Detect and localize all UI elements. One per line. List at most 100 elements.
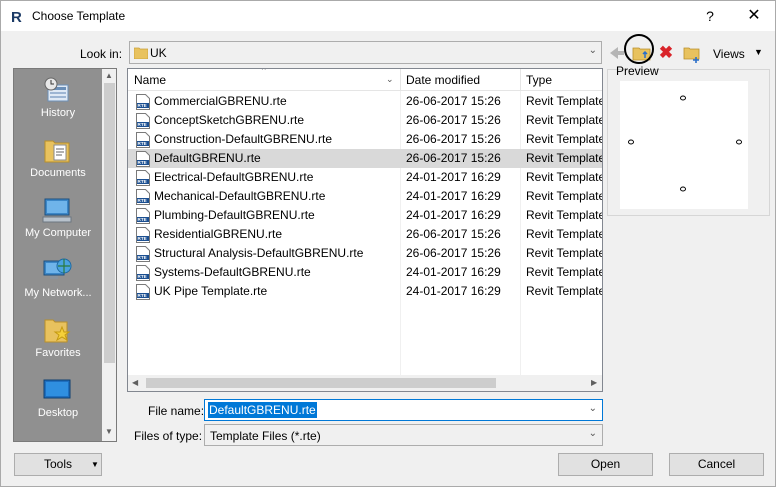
help-button[interactable]: ? — [695, 1, 725, 31]
file-name-cell: UK Pipe Template.rte — [154, 284, 268, 298]
files-of-type-value: Template Files (*.rte) — [210, 429, 321, 443]
folder-icon — [134, 47, 148, 59]
svg-text:RTE: RTE — [138, 274, 147, 279]
svg-text:RTE: RTE — [138, 255, 147, 260]
date-modified-cell: 24-01-2017 16:29 — [406, 265, 501, 279]
look-in-value: UK — [150, 46, 167, 60]
views-dropdown-arrow-icon[interactable]: ▼ — [754, 47, 763, 57]
svg-text:RTE: RTE — [138, 160, 147, 165]
file-row[interactable]: RTE DefaultGBRENU.rte 26-06-2017 15:26 Revi… — [128, 149, 602, 168]
tools-button[interactable]: Tools ▼ — [14, 453, 102, 476]
look-in-dropdown[interactable]: UK ⌄ — [129, 41, 602, 64]
scroll-up-icon[interactable]: ▲ — [105, 71, 113, 80]
date-modified-cell: 26-06-2017 15:26 — [406, 227, 501, 241]
file-row[interactable]: RTE Structural Analysis-DefaultGBRENU.rte… — [128, 244, 602, 263]
file-name-cell: Mechanical-DefaultGBRENU.rte — [154, 189, 326, 203]
desktop-icon — [43, 379, 71, 399]
file-row[interactable]: RTE Systems-DefaultGBRENU.rte 24-01-2017 1… — [128, 263, 602, 282]
scrollbar-thumb[interactable] — [104, 83, 115, 363]
new-folder-icon[interactable] — [683, 43, 701, 63]
column-divider[interactable] — [520, 69, 521, 91]
file-row[interactable]: RTE CommercialGBRENU.rte 26-06-2017 15:26 R… — [128, 92, 602, 111]
svg-text:RTE: RTE — [138, 179, 147, 184]
file-type-cell: Revit Template — [526, 246, 603, 260]
file-type-cell: Revit Template — [526, 284, 603, 298]
chevron-down-icon: ⌄ — [588, 45, 597, 56]
rte-file-icon: RTE — [136, 265, 150, 281]
place-my-computer[interactable]: My Computer — [14, 189, 102, 249]
file-name-input[interactable]: DefaultGBRENU.rte ⌄ — [204, 399, 603, 421]
date-modified-cell: 24-01-2017 16:29 — [406, 208, 501, 222]
svg-text:R: R — [11, 9, 22, 24]
window-title: Choose Template — [32, 9, 126, 23]
file-type-cell: Revit Template — [526, 170, 603, 184]
place-documents[interactable]: Documents — [14, 129, 102, 189]
file-type-cell: Revit Template — [526, 227, 603, 241]
date-modified-cell: 26-06-2017 15:26 — [406, 132, 501, 146]
file-type-cell: Revit Template — [526, 151, 603, 165]
column-header-type[interactable]: Type — [526, 73, 552, 87]
scroll-right-icon[interactable]: ▶ — [591, 378, 597, 387]
history-icon — [44, 77, 69, 102]
scroll-left-icon[interactable]: ◀ — [132, 378, 138, 387]
chevron-down-icon[interactable]: ⌄ — [386, 74, 394, 85]
svg-text:RTE: RTE — [138, 122, 147, 127]
documents-icon — [44, 140, 70, 163]
preview-thumbnail — [620, 81, 748, 209]
column-header-date[interactable]: Date modified — [406, 73, 480, 87]
chevron-down-icon[interactable]: ⌄ — [589, 403, 597, 414]
delete-icon[interactable]: ✖ — [658, 44, 674, 62]
file-name-cell: Structural Analysis-DefaultGBRENU.rte — [154, 246, 364, 260]
place-label: My Network... — [24, 287, 92, 299]
cancel-button[interactable]: Cancel — [669, 453, 764, 476]
file-row[interactable]: RTE ConceptSketchGBRENU.rte 26-06-2017 15:… — [128, 111, 602, 130]
file-name-cell: CommercialGBRENU.rte — [154, 94, 287, 108]
network-icon — [43, 258, 72, 279]
horizontal-scrollbar[interactable]: ◀ ▶ — [128, 375, 602, 391]
scrollbar-thumb[interactable] — [146, 378, 496, 388]
computer-icon — [42, 198, 72, 223]
date-modified-cell: 26-06-2017 15:26 — [406, 246, 501, 260]
file-list-header: ⌃ Name ⌄ Date modified Type — [128, 69, 602, 91]
column-header-name[interactable]: Name — [134, 73, 166, 87]
rte-file-icon: RTE — [136, 170, 150, 186]
file-type-cell: Revit Template — [526, 113, 603, 127]
rte-file-icon: RTE — [136, 246, 150, 262]
file-name-cell: Systems-DefaultGBRENU.rte — [154, 265, 311, 279]
place-history[interactable]: History — [14, 69, 102, 129]
rte-file-icon: RTE — [136, 94, 150, 110]
date-modified-cell: 24-01-2017 16:29 — [406, 284, 501, 298]
date-modified-cell: 26-06-2017 15:26 — [406, 94, 501, 108]
close-button[interactable]: ✕ — [739, 1, 769, 31]
date-modified-cell: 24-01-2017 16:29 — [406, 170, 501, 184]
file-row[interactable]: RTE Mechanical-DefaultGBRENU.rte 24-01-201… — [128, 187, 602, 206]
file-row[interactable]: RTE Electrical-DefaultGBRENU.rte 24-01-201… — [128, 168, 602, 187]
place-label: Favorites — [35, 347, 81, 359]
place-favorites[interactable]: Favorites — [14, 309, 102, 369]
file-row[interactable]: RTE ResidentialGBRENU.rte 26-06-2017 15:26… — [128, 225, 602, 244]
look-in-label: Look in: — [80, 47, 123, 61]
cancel-button-label: Cancel — [697, 457, 736, 471]
rte-file-icon: RTE — [136, 208, 150, 224]
places-scrollbar[interactable]: ▲ ▼ — [102, 69, 116, 441]
file-row[interactable]: RTE UK Pipe Template.rte 24-01-2017 16:29 R… — [128, 282, 602, 301]
place-label: History — [40, 107, 76, 119]
place-my-network[interactable]: My Network... — [14, 249, 102, 309]
file-row[interactable]: RTE Plumbing-DefaultGBRENU.rte 24-01-2017 … — [128, 206, 602, 225]
files-of-type-dropdown[interactable]: Template Files (*.rte) ⌄ — [204, 424, 603, 446]
svg-text:RTE: RTE — [138, 198, 147, 203]
place-label: Desktop — [37, 407, 79, 419]
open-button[interactable]: Open — [558, 453, 653, 476]
views-menu[interactable]: Views — [713, 47, 745, 61]
preview-label: Preview — [616, 64, 659, 78]
file-type-cell: Revit Template — [526, 208, 603, 222]
place-label: My Computer — [24, 227, 92, 239]
column-divider[interactable] — [400, 69, 401, 91]
rte-file-icon: RTE — [136, 151, 150, 167]
file-type-cell: Revit Template — [526, 189, 603, 203]
scroll-down-icon[interactable]: ▼ — [105, 427, 113, 436]
file-row[interactable]: RTE Construction-DefaultGBRENU.rte 26-06-2… — [128, 130, 602, 149]
file-name-cell: ResidentialGBRENU.rte — [154, 227, 283, 241]
rte-file-icon: RTE — [136, 227, 150, 243]
place-desktop[interactable]: Desktop — [14, 369, 102, 429]
